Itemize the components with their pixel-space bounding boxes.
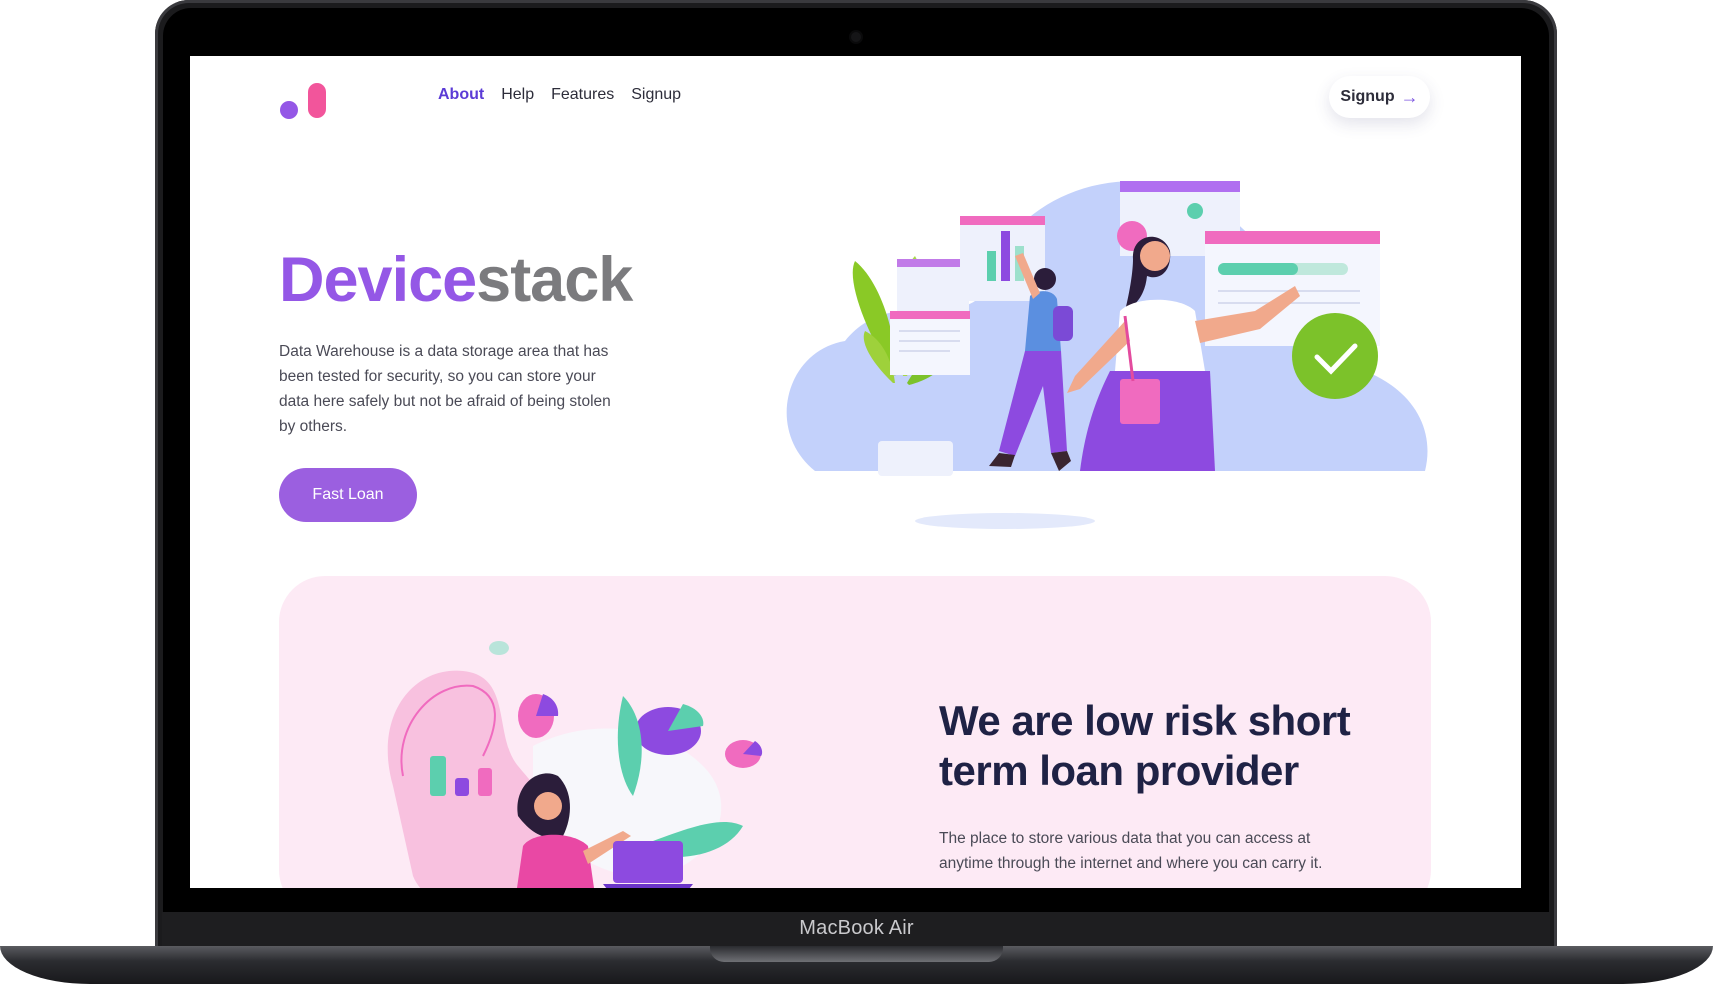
feature-title: We are low risk short term loan provider [939,697,1351,794]
feature-description: The place to store various data that you… [939,830,1323,872]
main-nav: About Help Features Signup [438,86,681,104]
website-screen: About Help Features Signup Signup → Devi… [190,56,1521,888]
nav-signup-link[interactable]: Signup [631,86,681,104]
webcam [851,32,861,42]
hero-illustration [786,181,1428,529]
feature-illustration [387,641,763,888]
hero-title-part2: stack [476,245,633,315]
laptop-hinge-notch [710,946,1003,962]
nav-features-link[interactable]: Features [551,86,614,104]
hero-title: Devicestack [279,244,633,316]
hero-title-part1: Device [279,245,477,315]
nav-about-link[interactable]: About [438,86,484,104]
nav-help-link[interactable]: Help [501,86,534,104]
fast-loan-button[interactable]: Fast Loan [279,468,417,522]
feature-section: We are low risk short term loan provider… [279,576,1431,888]
signup-button[interactable]: Signup → [1329,76,1430,118]
arrow-right-icon: → [1400,86,1419,107]
signup-button-label: Signup [1340,88,1395,105]
hero-description: Data Warehouse is a data storage area th… [279,343,611,435]
site-logo[interactable] [279,81,334,121]
device-brand-label: MacBook Air [799,917,914,939]
